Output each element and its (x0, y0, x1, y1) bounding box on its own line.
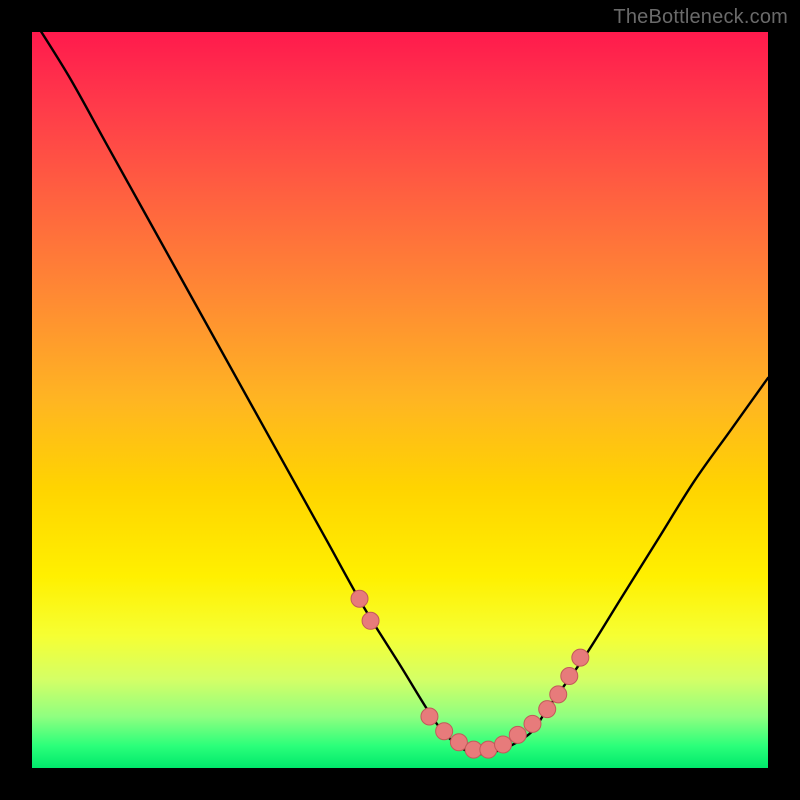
watermark-text: TheBottleneck.com (613, 6, 788, 29)
chart-root: TheBottleneck.com (0, 0, 800, 800)
highlight-dot (524, 715, 541, 732)
highlight-dot (495, 736, 512, 753)
highlight-dots (351, 590, 589, 758)
highlight-dot (539, 701, 556, 718)
highlight-dot (550, 686, 567, 703)
highlight-dot (561, 668, 578, 685)
bottleneck-curve (32, 32, 768, 754)
highlight-dot (421, 708, 438, 725)
highlight-dot (436, 723, 453, 740)
highlight-dot (351, 590, 368, 607)
highlight-dot (509, 726, 526, 743)
highlight-dot (572, 649, 589, 666)
curve-layer (32, 32, 768, 768)
highlight-dot (362, 612, 379, 629)
plot-area (32, 32, 768, 768)
